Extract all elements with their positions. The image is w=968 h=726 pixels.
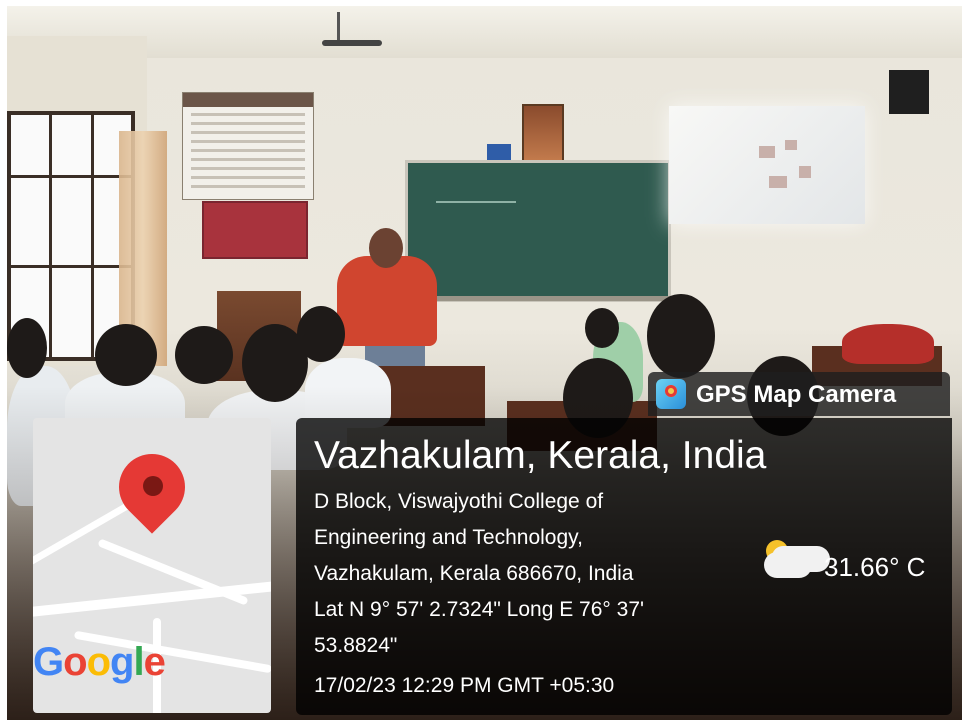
google-logo-letter: o [63, 640, 87, 684]
coordinates-line-2: 53.8824" [314, 634, 398, 657]
google-logo-letter: l [133, 640, 144, 684]
address-line-3: Vazhakulam, Kerala 686670, India [314, 562, 634, 585]
address-line-2: Engineering and Technology, [314, 526, 583, 549]
teacher-head [369, 228, 403, 268]
gps-map-camera-icon [656, 379, 686, 409]
notice-board [182, 92, 314, 200]
google-logo: Google [33, 640, 166, 685]
google-logo-letter: G [33, 640, 64, 684]
map-thumbnail: Google [33, 418, 271, 713]
map-pin-dot [143, 476, 163, 496]
ceiling [7, 6, 962, 58]
projector-screen [669, 106, 865, 224]
student-head [297, 306, 345, 362]
address-line-1: D Block, Viswajyothi College of [314, 490, 604, 513]
place-title: Vazhakulam, Kerala, India [314, 434, 767, 477]
chalkboard-ledge [405, 296, 671, 301]
timestamp: 17/02/23 12:29 PM GMT +05:30 [314, 674, 615, 697]
chalkboard [405, 160, 671, 302]
google-logo-letter: g [110, 640, 134, 684]
student-head [585, 308, 619, 348]
red-poster [202, 201, 308, 259]
app-name: GPS Map Camera [696, 381, 897, 408]
teacher [337, 256, 437, 346]
wall-speaker [889, 70, 929, 114]
red-bag [842, 324, 934, 364]
google-logo-letter: o [86, 640, 111, 684]
app-badge: GPS Map Camera [648, 372, 950, 416]
student-head [7, 318, 47, 378]
coordinates-line-1: Lat N 9° 57' 2.7324" Long E 76° 37' [314, 598, 645, 621]
student-head [647, 294, 715, 378]
student-head [175, 326, 233, 384]
student-head [95, 324, 157, 386]
temperature: 31.66° C [824, 552, 926, 582]
photo-frame: Google Vazhakulam, Kerala, India D Block… [0, 0, 968, 726]
ceiling-fan-rod [337, 12, 340, 42]
location-info-panel: Vazhakulam, Kerala, India D Block, Viswa… [296, 418, 952, 715]
ceiling-fan [322, 40, 382, 46]
google-logo-letter: e [143, 640, 166, 684]
room-tag [487, 144, 511, 160]
partly-cloudy-icon [762, 540, 814, 582]
wall-picture [522, 104, 564, 162]
